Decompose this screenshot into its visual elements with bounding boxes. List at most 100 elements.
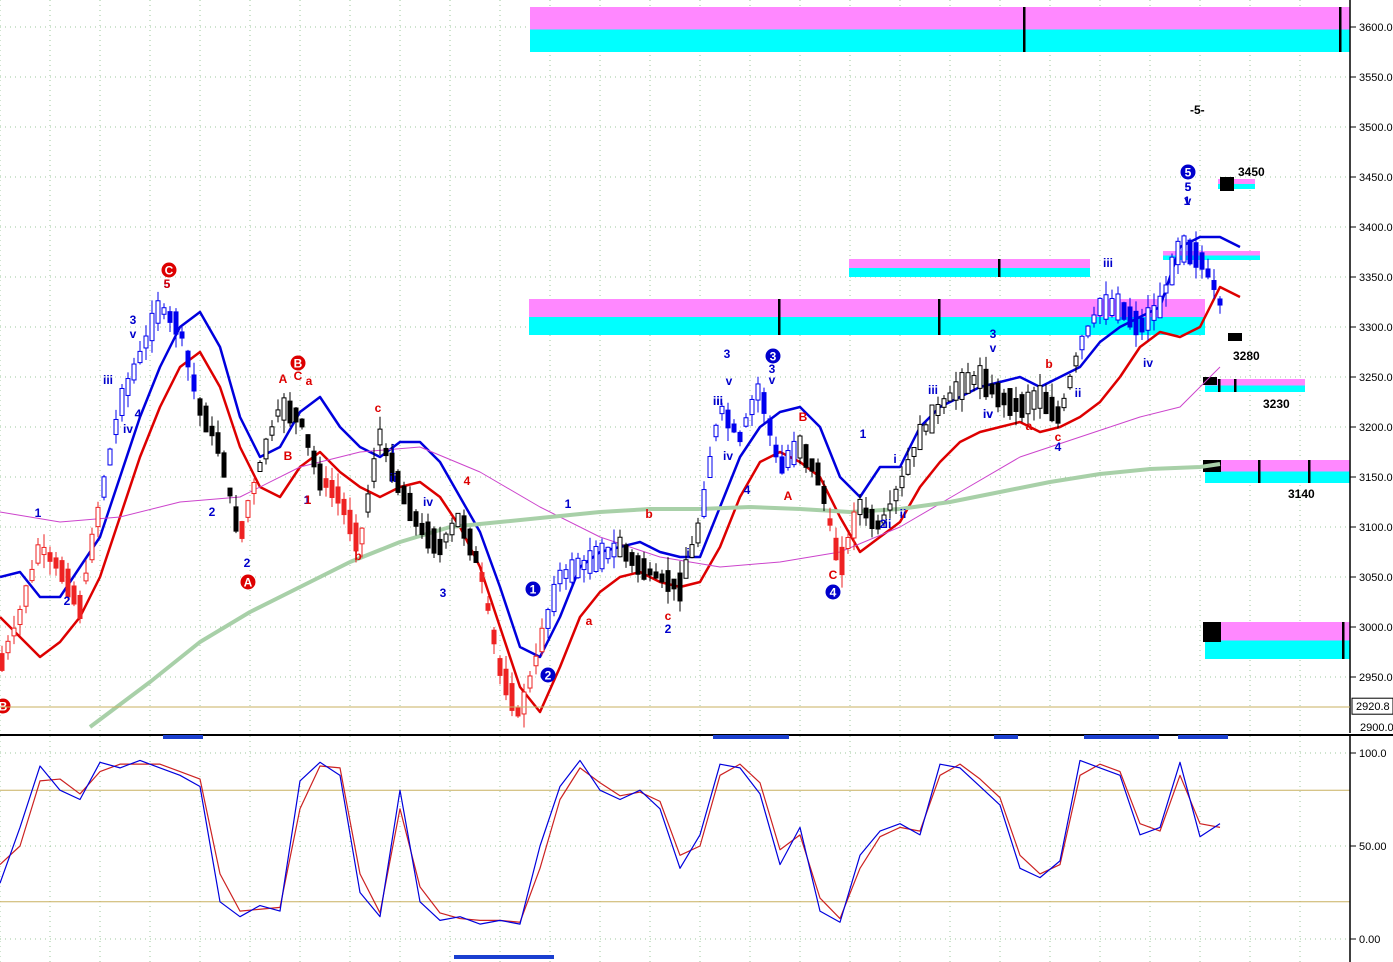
candle-body [575,557,581,579]
candle-body [1109,297,1115,317]
candle-body [239,521,245,539]
target-zone-upper [530,7,1350,30]
candle-body [1193,242,1199,268]
price-tick-label: 2950.0 [1359,672,1393,684]
candle-body [53,557,59,569]
wave-label: ii [1075,386,1082,400]
candle-body [599,542,605,570]
zone-label: 3140 [1288,487,1315,501]
candle-body [935,404,941,416]
candle-body [1097,297,1103,317]
zone-block [1203,622,1221,642]
zone-marker [1308,460,1311,483]
oscillator-tick-label: 50.00 [1359,841,1387,853]
candle-body [749,398,755,416]
candle-body [455,512,461,528]
price-tick-label: 3200.0 [1359,422,1393,434]
candle-body [593,545,599,573]
candle-body [311,450,317,468]
candle-body [1217,298,1223,306]
chart-canvas: 123viiiiv452iii3iv121iiiiiiivv3123viiiiv… [0,0,1393,962]
wave-label: v [1185,194,1192,208]
candle-body [869,509,875,529]
oscillator-axis: 100.0 50.00 0.00 [1350,748,1387,946]
candle-body [437,538,443,556]
wave-label: 4 [464,474,471,488]
candle-body [71,585,77,605]
candle-body [863,507,869,519]
candle-body [41,546,47,556]
circled-wave-label: 2 [545,669,552,683]
candle-body [353,522,359,552]
candle-body [395,471,401,493]
candle-body [1121,302,1127,320]
candle-body [47,552,53,562]
candle-body [1169,256,1175,286]
candle-body [1163,284,1169,294]
zone-marker [938,299,941,335]
candle-body [221,452,227,478]
candle-body [1211,280,1217,290]
candle-body [1187,239,1193,265]
candle-body [791,440,797,466]
price-tick-label: 3600.0 [1359,22,1393,34]
candle-body [179,331,185,339]
candle-body [551,583,557,613]
zone-labels: 3450 3280 3230 3140 -5- [1190,103,1315,501]
candle-body [545,609,551,629]
candle-body [965,372,971,394]
candle-body [1151,305,1157,321]
candle-body [95,506,101,528]
wave-label: c [665,609,672,623]
price-tick-label: 3300.0 [1359,322,1393,334]
candle-body [1025,391,1031,415]
candle-body [167,311,173,323]
wave-label: iv [723,449,733,463]
oscillator-panel: 100.0 50.00 0.00 [0,736,1387,962]
candle-body [1115,293,1121,321]
candle-body [371,458,377,482]
candle-body [431,528,437,554]
circled-wave-label: 3 [770,350,777,364]
wave-label: ii [390,471,397,485]
candle-body [629,552,635,566]
wave-label: a [306,374,313,388]
wave-label: 2 [209,505,216,519]
wave-label: 1 [35,506,42,520]
price-tick-label: 3050.0 [1359,572,1393,584]
wave-label: A [784,489,793,503]
candle-body [971,375,977,385]
candle-body [0,653,5,671]
candle-body [233,506,239,532]
wave-label: iv [1143,356,1153,370]
candle-body [77,594,83,620]
candle-body [245,500,251,518]
candle-body [563,569,569,579]
candle-body [365,493,371,513]
price-axis: 3600.0 3550.0 3500.0 3450.0 3400.0 3350.0 3300… [1350,22,1393,734]
candle-body [815,462,821,486]
candle-body [851,511,857,539]
candle-body [761,392,767,414]
price-overlay-line [0,366,1221,568]
price-tick-label: 3000.0 [1359,622,1393,634]
candle-body [641,558,647,580]
wave-label: 1 [860,427,867,441]
price-tick-label: 3100.0 [1359,522,1393,534]
price-tick-label: 3250.0 [1359,372,1393,384]
candle-body [1073,355,1079,367]
price-tick-label: 3350.0 [1359,272,1393,284]
candle-body [197,398,203,416]
wave-label: i [893,452,896,466]
candle-body [947,392,953,402]
candle-body [833,537,839,561]
candle-body [269,426,275,436]
wave-label: c [1055,430,1062,444]
candle-body [617,536,623,558]
candle-body [1061,397,1067,409]
candle-body [65,568,71,598]
oscillator-grid [0,736,1351,962]
oscillator-lines [0,759,1221,925]
wave-label: iii [1103,256,1113,270]
candle-body [1049,396,1055,422]
